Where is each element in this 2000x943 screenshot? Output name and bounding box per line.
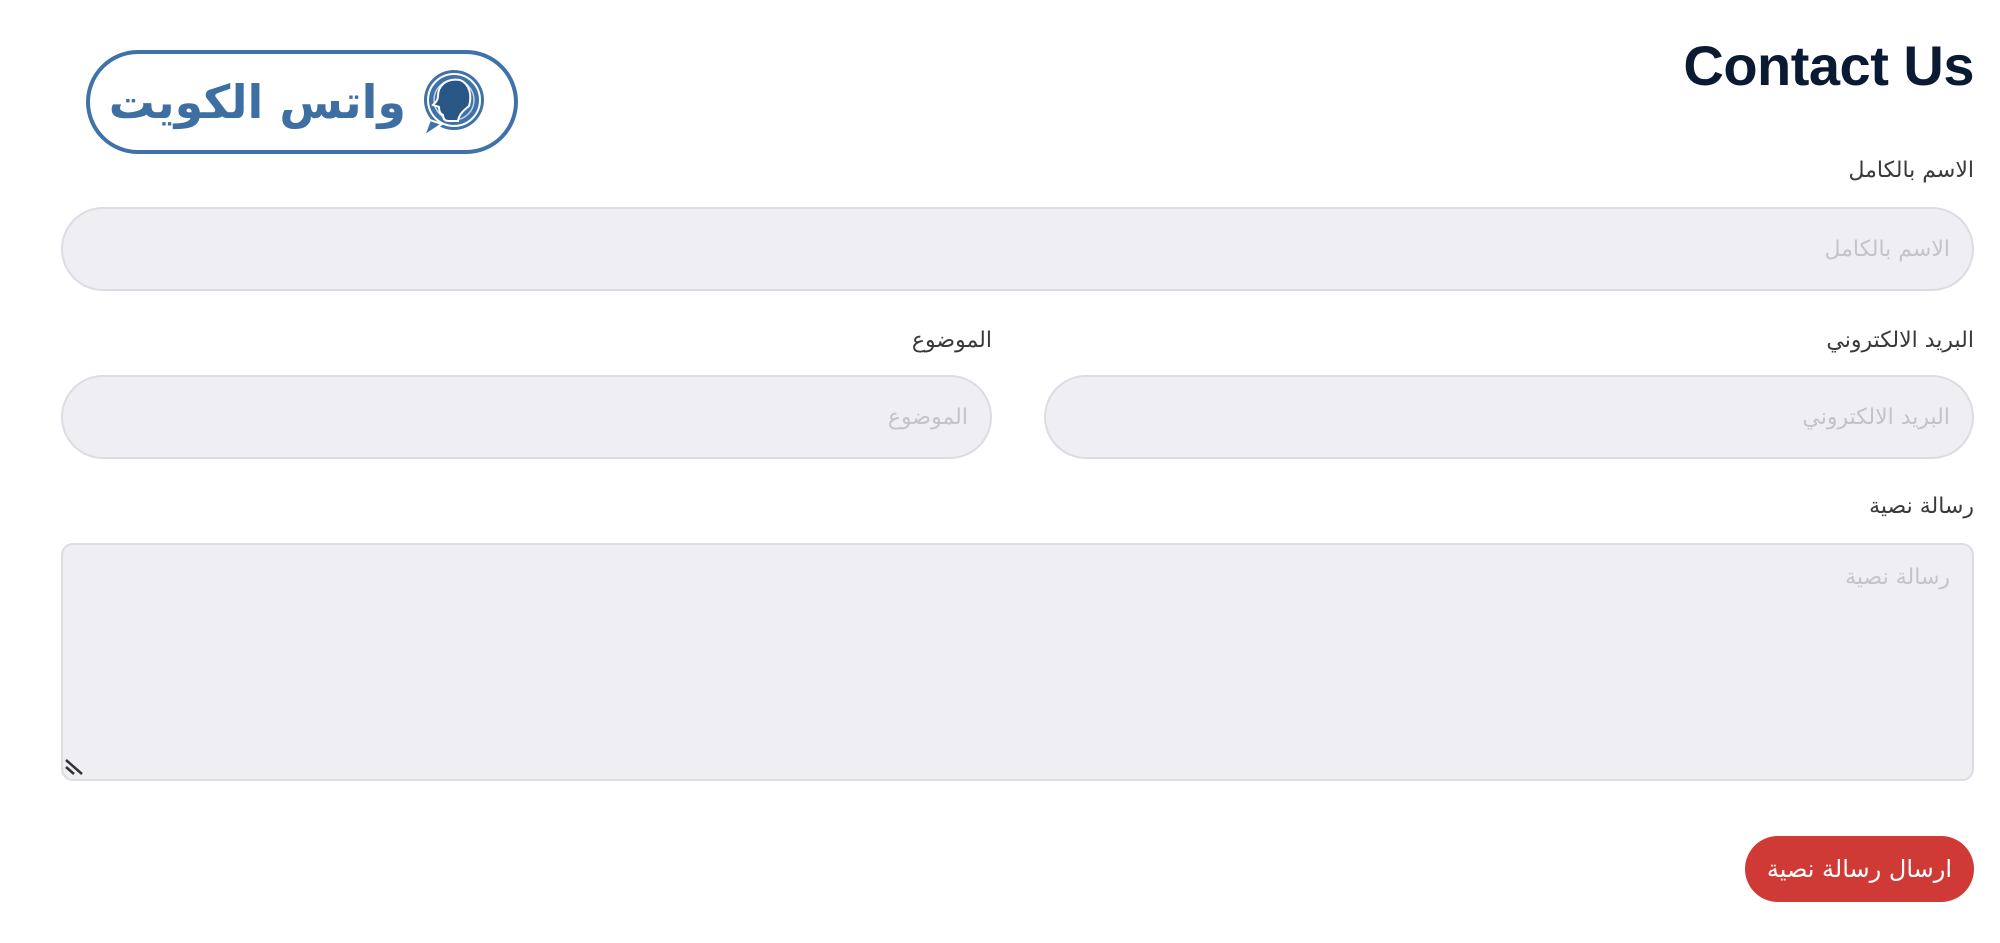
email-label: البريد الالكتروني [1826,328,1974,353]
subject-input[interactable] [61,375,992,459]
full-name-input[interactable] [61,207,1974,291]
page-title: Contact Us [1683,34,1974,97]
message-textarea[interactable] [61,543,1974,781]
logo-text: واتس الكويت [108,75,406,129]
resize-handle-icon[interactable] [64,752,88,776]
head-profile-chat-bubble-icon [421,70,484,139]
site-logo[interactable]: واتس الكويت [86,50,518,154]
message-label: رسالة نصية [1869,494,1974,519]
send-message-button[interactable]: ارسال رسالة نصية [1744,836,1974,902]
subject-label: الموضوع [911,328,992,353]
full-name-label: الاسم بالكامل [1848,158,1974,183]
email-input[interactable] [1044,375,1974,459]
